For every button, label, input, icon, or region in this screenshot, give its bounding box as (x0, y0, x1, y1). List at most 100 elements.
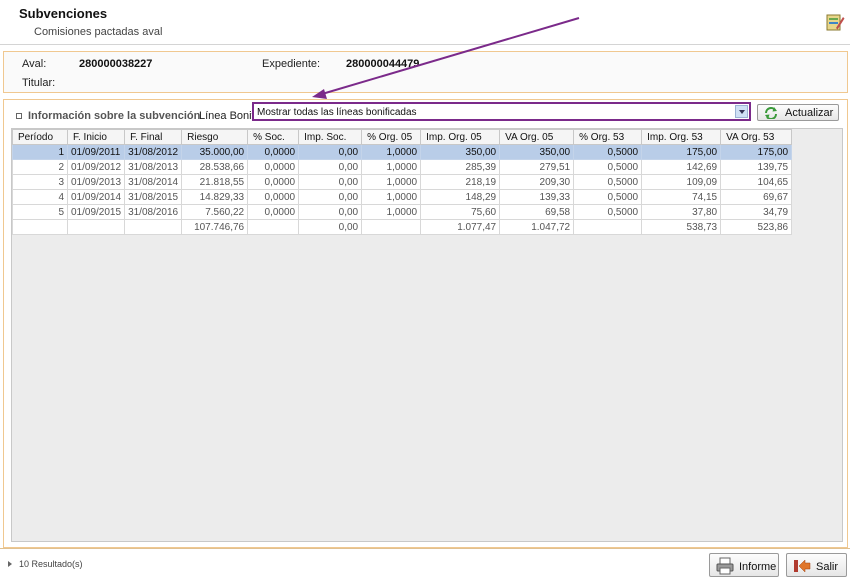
col-header-imp-soc[interactable]: Imp. Soc. (298, 129, 363, 145)
total-cell (66, 219, 126, 235)
table-cell: 0,0000 (247, 159, 300, 175)
table-cell: 139,33 (499, 189, 575, 205)
table-row[interactable]: 4 01/09/2014 31/08/2015 14.829,33 0,0000 0,00… (12, 189, 793, 205)
table-cell: 37,80 (641, 204, 722, 220)
table-cell: 0,0000 (247, 189, 300, 205)
salir-button[interactable]: Salir (786, 553, 847, 577)
table-cell: 142,69 (641, 159, 722, 175)
table-cell: 0,0000 (247, 174, 300, 190)
col-header-riesgo[interactable]: Riesgo (181, 129, 249, 145)
refresh-icon (765, 107, 777, 119)
table-cell: 0,0000 (247, 144, 300, 160)
page-title: Subvenciones (19, 6, 108, 21)
total-cell (247, 219, 300, 235)
table-cell: 279,51 (499, 159, 575, 175)
table-cell: 0,00 (298, 174, 363, 190)
subvencion-grid[interactable]: Período F. Inicio F. Final Riesgo % Soc.… (11, 128, 843, 542)
linea-bonif-selected-value: Mostrar todas las líneas bonificadas (257, 107, 417, 118)
table-cell: 31/08/2014 (124, 174, 183, 190)
table-cell: 104,65 (720, 174, 793, 190)
collapse-toggle-icon[interactable] (16, 113, 22, 119)
expand-results-icon[interactable] (8, 561, 12, 567)
col-header-imp-org-05[interactable]: Imp. Org. 05 (420, 129, 501, 145)
col-header-f-inicio[interactable]: F. Inicio (66, 129, 126, 145)
table-row[interactable]: 2 01/09/2012 31/08/2013 28.538,66 0,0000 0,00… (12, 159, 793, 175)
table-cell: 1,0000 (361, 144, 422, 160)
table-cell: 31/08/2016 (124, 204, 183, 220)
total-cell: 523,86 (720, 219, 793, 235)
page-subtitle: Comisiones pactadas aval (34, 26, 163, 38)
page-header: Subvenciones Comisiones pactadas aval (0, 0, 850, 44)
header-divider (0, 44, 850, 45)
total-cell: 107.746,76 (181, 219, 249, 235)
table-cell: 28.538,66 (181, 159, 249, 175)
table-cell: 5 (12, 204, 68, 220)
total-cell: 538,73 (641, 219, 722, 235)
table-cell: 01/09/2015 (66, 204, 126, 220)
col-header-pct-soc[interactable]: % Soc. (247, 129, 300, 145)
table-row[interactable]: 3 01/09/2013 31/08/2014 21.818,55 0,0000 0,00… (12, 174, 793, 190)
section-title: Información sobre la subvención (28, 110, 201, 122)
total-cell: 0,00 (298, 219, 363, 235)
table-cell: 0,5000 (573, 159, 643, 175)
table-cell: 74,15 (641, 189, 722, 205)
table-cell: 1 (12, 144, 68, 160)
col-header-pct-org-05[interactable]: % Org. 05 (361, 129, 422, 145)
col-header-imp-org-53[interactable]: Imp. Org. 53 (641, 129, 722, 145)
col-header-f-final[interactable]: F. Final (124, 129, 183, 145)
table-cell: 0,5000 (573, 189, 643, 205)
table-cell: 350,00 (499, 144, 575, 160)
table-cell: 69,58 (499, 204, 575, 220)
table-cell: 01/09/2014 (66, 189, 126, 205)
table-cell: 1,0000 (361, 204, 422, 220)
table-cell: 0,5000 (573, 204, 643, 220)
table-cell: 0,00 (298, 189, 363, 205)
table-cell: 69,67 (720, 189, 793, 205)
table-cell: 0,5000 (573, 144, 643, 160)
exit-icon (794, 559, 811, 573)
informe-button[interactable]: Informe (709, 553, 779, 577)
table-cell: 01/09/2012 (66, 159, 126, 175)
table-cell: 218,19 (420, 174, 501, 190)
table-row[interactable]: 5 01/09/2015 31/08/2016 7.560,22 0,0000 0,00 1… (12, 204, 793, 220)
table-cell: 285,39 (420, 159, 501, 175)
col-header-va-org-05[interactable]: VA Org. 05 (499, 129, 575, 145)
footer-divider (0, 548, 850, 549)
table-cell: 0,0000 (247, 204, 300, 220)
totals-row: 107.746,76 0,00 1.077,47 1.047,72 538,73 523,… (12, 219, 793, 235)
table-cell: 34,79 (720, 204, 793, 220)
table-header-row: Período F. Inicio F. Final Riesgo % Soc.… (12, 129, 793, 145)
table-cell: 0,00 (298, 204, 363, 220)
linea-bonif-select[interactable]: Mostrar todas las líneas bonificadas (252, 102, 751, 121)
actualizar-label: Actualizar (785, 107, 834, 119)
app-edit-icon[interactable] (825, 12, 845, 32)
table-cell: 01/09/2011 (66, 144, 126, 160)
table-cell: 01/09/2013 (66, 174, 126, 190)
expediente-label: Expediente: (262, 58, 321, 70)
results-count: 10 Resultado(s) (19, 559, 83, 569)
col-header-va-org-53[interactable]: VA Org. 53 (720, 129, 793, 145)
chevron-down-icon[interactable] (735, 105, 748, 118)
table-cell: 1,0000 (361, 159, 422, 175)
table-cell: 31/08/2015 (124, 189, 183, 205)
total-cell (12, 219, 68, 235)
table-cell: 35.000,00 (181, 144, 249, 160)
table-cell: 14.829,33 (181, 189, 249, 205)
aval-label: Aval: (22, 58, 47, 70)
table-cell: 350,00 (420, 144, 501, 160)
table-cell: 31/08/2012 (124, 144, 183, 160)
table-cell: 4 (12, 189, 68, 205)
table-cell: 1,0000 (361, 174, 422, 190)
table-cell: 31/08/2013 (124, 159, 183, 175)
table-cell: 139,75 (720, 159, 793, 175)
col-header-periodo[interactable]: Período (12, 129, 68, 145)
table-row[interactable]: 1 01/09/2011 31/08/2012 35.000,00 0,0000 0,00… (12, 144, 793, 160)
col-header-pct-org-53[interactable]: % Org. 53 (573, 129, 643, 145)
total-cell (573, 219, 643, 235)
table-cell: 209,30 (499, 174, 575, 190)
actualizar-button[interactable]: Actualizar (757, 104, 839, 121)
aval-value: 280000038227 (79, 58, 153, 70)
salir-label: Salir (816, 561, 839, 573)
expediente-value: 280000044479 (346, 58, 420, 70)
printer-icon (716, 557, 734, 575)
